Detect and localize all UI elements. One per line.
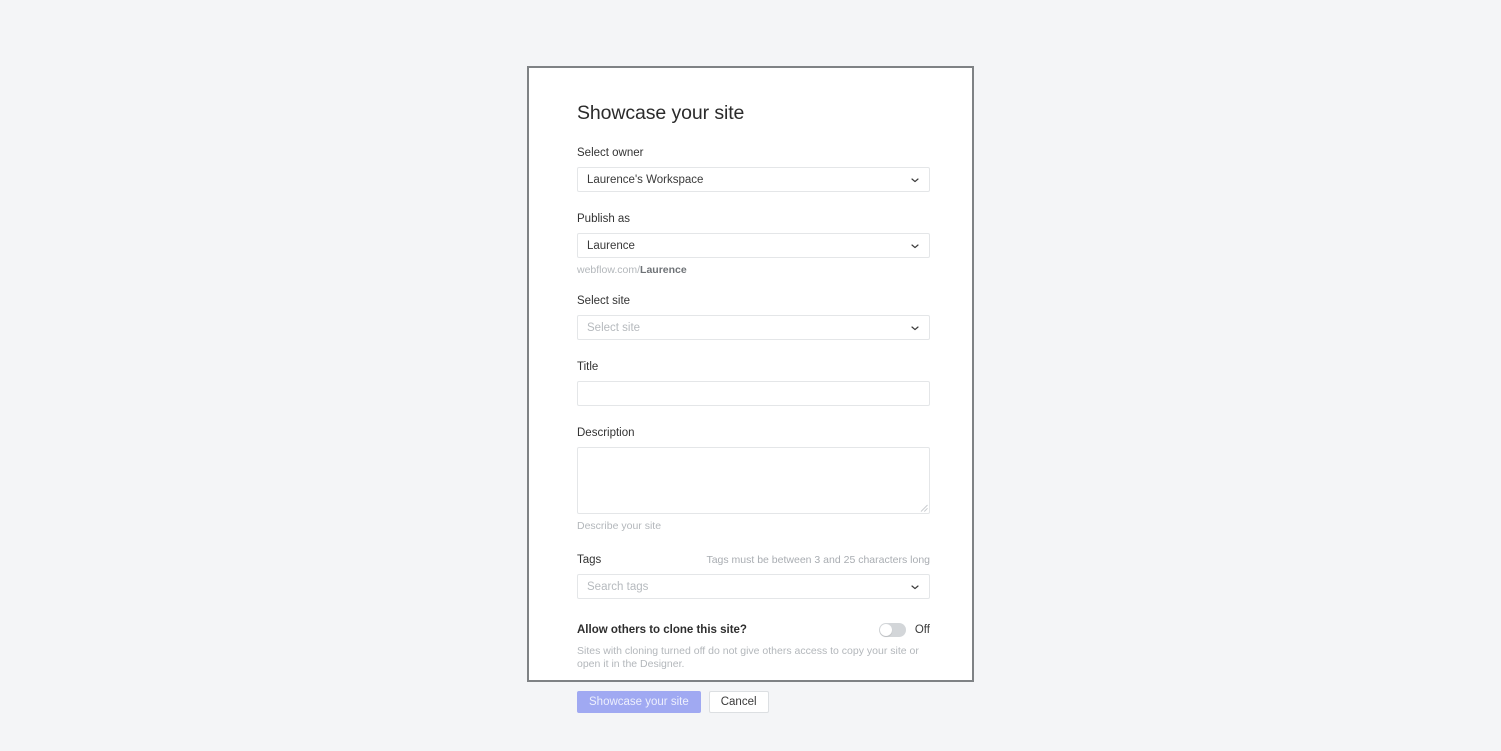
clone-toggle-row: Allow others to clone this site? Off bbox=[577, 622, 930, 638]
description-label: Description bbox=[577, 427, 635, 439]
clone-toggle-switch[interactable] bbox=[878, 623, 906, 637]
tags-search-value: Search tags bbox=[587, 580, 649, 593]
description-help-text: Describe your site bbox=[577, 520, 662, 532]
clone-toggle-group: Off bbox=[878, 623, 930, 637]
field-select-owner: Select owner Laurence's Workspace bbox=[577, 146, 930, 192]
field-description: Description Describe your site bbox=[577, 426, 930, 533]
publish-as-value: Laurence bbox=[587, 239, 635, 252]
page-title: Showcase your site bbox=[577, 102, 745, 124]
chevron-down-icon bbox=[910, 582, 920, 592]
url-prefix: webflow.com/ bbox=[577, 264, 641, 276]
publish-as-label: Publish as bbox=[577, 213, 631, 225]
field-publish-as: Publish as Laurence webflow.com/Laurence bbox=[577, 212, 930, 277]
select-site-value: Select site bbox=[587, 321, 641, 334]
toggle-knob bbox=[879, 624, 892, 636]
tags-hint: Tags must be between 3 and 25 characters… bbox=[706, 554, 930, 566]
chevron-down-icon bbox=[910, 241, 920, 251]
clone-toggle-state: Off bbox=[914, 624, 930, 636]
page-background: Showcase your site Select owner Laurence… bbox=[0, 0, 1501, 751]
modal-content: Showcase your site Select owner Laurence… bbox=[577, 68, 930, 743]
resize-handle-icon[interactable] bbox=[917, 501, 928, 512]
title-label: Title bbox=[577, 361, 599, 373]
select-site-label: Select site bbox=[577, 295, 631, 307]
cancel-button[interactable]: Cancel bbox=[708, 691, 769, 713]
tags-label-row: Tags Tags must be between 3 and 25 chara… bbox=[577, 553, 930, 568]
clone-toggle-label: Allow others to clone this site? bbox=[577, 624, 747, 636]
field-select-site: Select site Select site bbox=[577, 294, 930, 340]
chevron-down-icon bbox=[910, 323, 920, 333]
showcase-site-modal: Showcase your site Select owner Laurence… bbox=[527, 66, 974, 713]
clone-toggle-description: Sites with cloning turned off do not giv… bbox=[577, 645, 919, 670]
modal-actions: Showcase your site Cancel bbox=[577, 691, 930, 743]
url-handle: Laurence bbox=[640, 264, 687, 276]
showcase-your-site-button[interactable]: Showcase your site bbox=[577, 691, 701, 713]
publish-as-url-preview: webflow.com/Laurence bbox=[577, 263, 930, 277]
field-tags: Tags Tags must be between 3 and 25 chara… bbox=[577, 553, 930, 599]
select-owner-label: Select owner bbox=[577, 147, 644, 159]
publish-as-dropdown[interactable]: Laurence bbox=[577, 233, 930, 258]
select-owner-value: Laurence's Workspace bbox=[587, 173, 704, 186]
select-site-dropdown[interactable]: Select site bbox=[577, 315, 930, 340]
chevron-down-icon bbox=[910, 175, 920, 185]
description-textarea[interactable] bbox=[577, 447, 930, 514]
field-title: Title bbox=[577, 360, 930, 406]
title-input[interactable] bbox=[577, 381, 930, 406]
tags-label: Tags bbox=[577, 554, 602, 566]
select-owner-dropdown[interactable]: Laurence's Workspace bbox=[577, 167, 930, 192]
tags-search-input[interactable]: Search tags bbox=[577, 574, 930, 599]
